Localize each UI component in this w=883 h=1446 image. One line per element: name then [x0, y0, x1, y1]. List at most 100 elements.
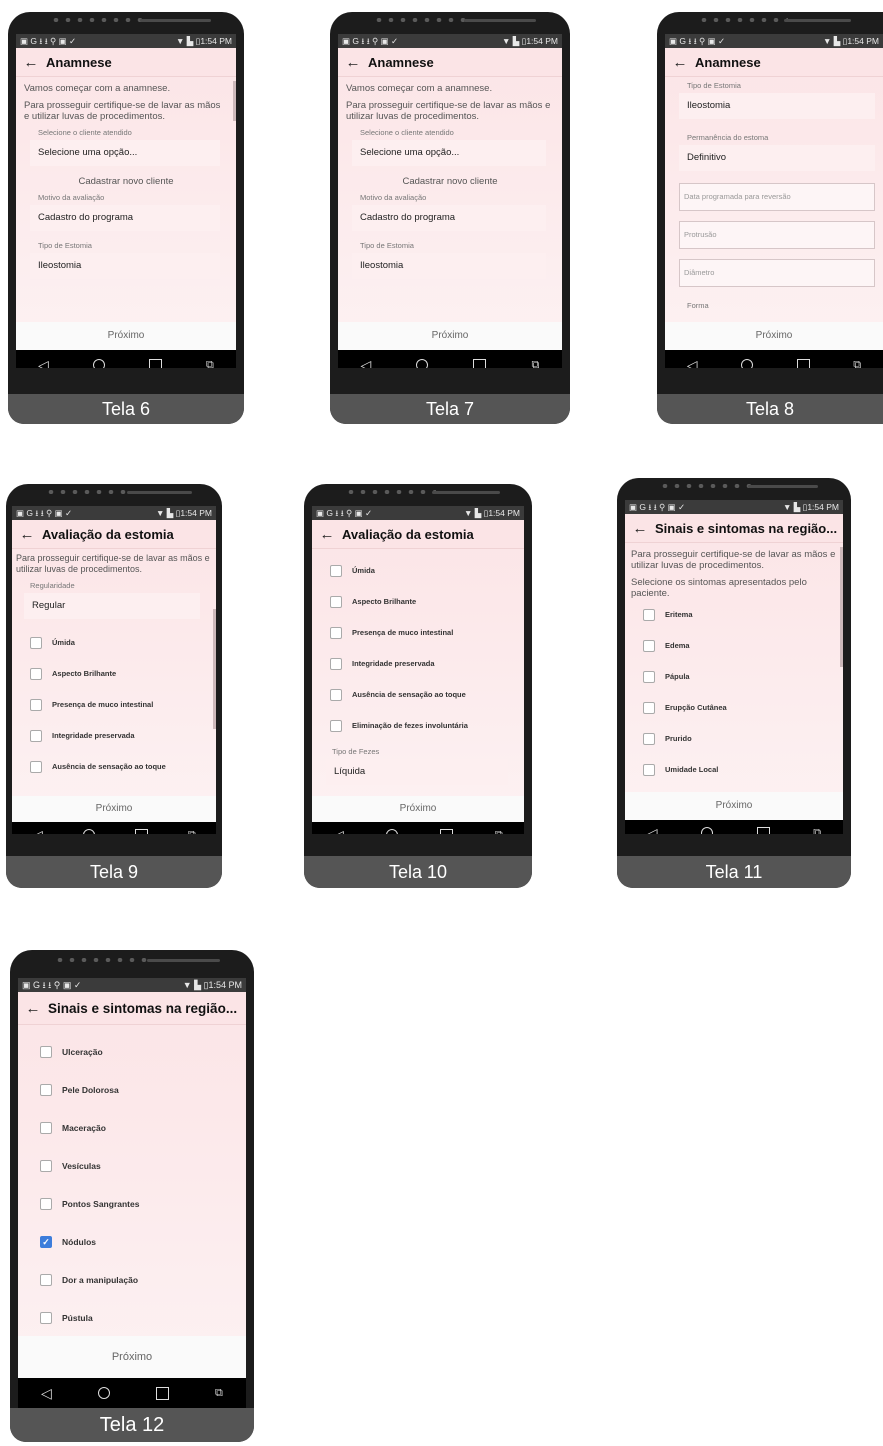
next-button[interactable]: Próximo — [18, 1336, 246, 1378]
checkbox-item[interactable]: Pontos Sangrantes — [18, 1185, 246, 1223]
checkbox-item[interactable]: Pústula — [18, 1299, 246, 1337]
recent-apps-icon[interactable] — [439, 828, 453, 834]
client-select[interactable]: Selecione uma opção... — [352, 140, 546, 166]
checkbox-icon[interactable] — [30, 729, 42, 742]
next-button[interactable]: Próximo — [312, 796, 524, 822]
back-arrow-icon[interactable]: ← — [312, 526, 342, 543]
checkbox-item[interactable]: Vesículas — [18, 1147, 246, 1185]
reason-select[interactable]: Cadastro do programa — [352, 205, 546, 231]
back-nav-icon[interactable]: ◁ — [361, 357, 372, 369]
checkbox-item[interactable]: Umidade Local — [625, 754, 843, 785]
checkbox-icon[interactable] — [330, 595, 342, 608]
recent-apps-icon[interactable] — [148, 358, 162, 368]
checkbox-icon[interactable] — [40, 1274, 52, 1286]
checkbox-icon[interactable] — [643, 701, 655, 714]
recent-apps-icon[interactable] — [155, 1386, 169, 1400]
content[interactable]: Para prosseguir certifique-se de lavar a… — [625, 543, 843, 793]
checkbox-item[interactable]: Ausência de sensação ao toque — [312, 679, 524, 710]
recent-apps-icon[interactable] — [473, 358, 487, 368]
content[interactable]: Ulceração Pele Dolorosa Maceração Vesículas… — [18, 1025, 246, 1345]
checkbox-item[interactable]: Aspecto Brilhante — [312, 586, 524, 617]
checkbox-icon[interactable] — [40, 1160, 52, 1172]
switch-sim-icon[interactable]: ⧉ — [206, 359, 214, 369]
checkbox-item[interactable]: Ausência de sensação ao toque — [12, 751, 216, 782]
checkbox-item[interactable]: Pele Dolorosa — [18, 1071, 246, 1109]
back-nav-icon[interactable]: ◁ — [333, 827, 344, 835]
recent-apps-icon[interactable] — [796, 358, 810, 368]
checkbox-icon[interactable] — [30, 667, 42, 680]
checkbox-item[interactable]: Erupção Cutânea — [625, 692, 843, 723]
checkbox-item[interactable]: Dor a manipulação — [18, 1261, 246, 1299]
back-nav-icon[interactable]: ◁ — [647, 825, 658, 835]
next-button[interactable]: Próximo — [12, 796, 216, 822]
scrollbar[interactable] — [233, 81, 236, 121]
checkbox-item[interactable]: Prurido — [625, 723, 843, 754]
back-nav-icon[interactable]: ◁ — [38, 357, 49, 369]
stoma-type-select[interactable]: Ileostomia — [679, 93, 875, 119]
checkbox-icon[interactable] — [643, 732, 655, 745]
switch-sim-icon[interactable]: ⧉ — [188, 829, 196, 835]
back-arrow-icon[interactable]: ← — [625, 520, 655, 537]
next-button[interactable]: Próximo — [625, 792, 843, 820]
checkbox-checked-icon[interactable]: ✓ — [40, 1236, 52, 1248]
next-button[interactable]: Próximo — [665, 322, 883, 350]
content[interactable]: Tipo de Estomia Ileostomia Permanência d… — [665, 77, 883, 323]
checkbox-icon[interactable] — [643, 639, 655, 652]
back-arrow-icon[interactable]: ← — [338, 54, 368, 71]
checkbox-icon[interactable] — [40, 1046, 52, 1058]
recent-apps-icon[interactable] — [756, 826, 770, 834]
home-nav-icon[interactable] — [385, 829, 398, 834]
checkbox-icon[interactable] — [30, 698, 42, 711]
checkbox-item[interactable]: Presença de muco intestinal — [312, 617, 524, 648]
checkbox-icon[interactable] — [330, 688, 342, 701]
stoma-type-select[interactable]: Ileostomia — [352, 253, 546, 279]
checkbox-icon[interactable] — [330, 626, 342, 639]
content[interactable]: Para prosseguir certifique-se de lavar a… — [12, 549, 216, 797]
reversal-date-input[interactable]: Data programada para reversão — [679, 183, 875, 211]
recent-apps-icon[interactable] — [134, 828, 148, 834]
checkbox-icon[interactable] — [643, 608, 655, 621]
switch-sim-icon[interactable]: ⧉ — [495, 829, 503, 835]
checkbox-icon[interactable] — [330, 657, 342, 670]
next-button[interactable]: Próximo — [338, 322, 562, 350]
checkbox-icon[interactable] — [330, 719, 342, 732]
back-nav-icon[interactable]: ◁ — [41, 1385, 52, 1402]
checkbox-item[interactable]: Maceração — [18, 1109, 246, 1147]
checkbox-item[interactable]: Integridade preservada — [312, 648, 524, 679]
checkbox-item[interactable]: Úmida — [12, 627, 216, 658]
checkbox-item[interactable]: Úmida — [312, 555, 524, 586]
checkbox-icon[interactable] — [643, 670, 655, 683]
checkbox-icon[interactable] — [30, 636, 42, 649]
scrollbar[interactable] — [213, 609, 216, 729]
checkbox-item[interactable]: Eritema — [625, 599, 843, 630]
checkbox-icon[interactable] — [40, 1084, 52, 1096]
back-arrow-icon[interactable]: ← — [12, 526, 42, 543]
checkbox-icon[interactable] — [330, 564, 342, 577]
home-nav-icon[interactable] — [741, 359, 754, 368]
back-arrow-icon[interactable]: ← — [16, 54, 46, 71]
checkbox-item[interactable]: Edema — [625, 630, 843, 661]
back-nav-icon[interactable]: ◁ — [32, 827, 43, 835]
stoma-type-select[interactable]: Ileostomia — [30, 253, 220, 279]
checkbox-icon[interactable] — [40, 1122, 52, 1134]
home-nav-icon[interactable] — [416, 359, 429, 368]
switch-sim-icon[interactable]: ⧉ — [813, 827, 821, 835]
back-nav-icon[interactable]: ◁ — [687, 357, 698, 369]
switch-sim-icon[interactable]: ⧉ — [853, 359, 861, 369]
back-arrow-icon[interactable]: ← — [665, 54, 695, 71]
checkbox-item[interactable]: Eliminação de fezes involuntária — [312, 710, 524, 741]
checkbox-item[interactable]: ✓ Nódulos — [18, 1223, 246, 1261]
content[interactable]: Úmida Aspecto Brilhante Presença de muco i… — [312, 549, 524, 797]
next-button[interactable]: Próximo — [16, 322, 236, 350]
back-arrow-icon[interactable]: ← — [18, 1000, 48, 1017]
stool-type-select[interactable]: Líquida — [326, 759, 508, 785]
register-client-button[interactable]: Cadastrar novo cliente — [338, 176, 562, 187]
checkbox-icon[interactable] — [40, 1198, 52, 1210]
checkbox-item[interactable]: Pápula — [625, 661, 843, 692]
diameter-input[interactable]: Diâmetro — [679, 259, 875, 287]
checkbox-icon[interactable] — [40, 1312, 52, 1324]
client-select[interactable]: Selecione uma opção... — [30, 140, 220, 166]
home-nav-icon[interactable] — [701, 827, 714, 834]
checkbox-item[interactable]: Aspecto Brilhante — [12, 658, 216, 689]
home-nav-icon[interactable] — [92, 359, 105, 368]
